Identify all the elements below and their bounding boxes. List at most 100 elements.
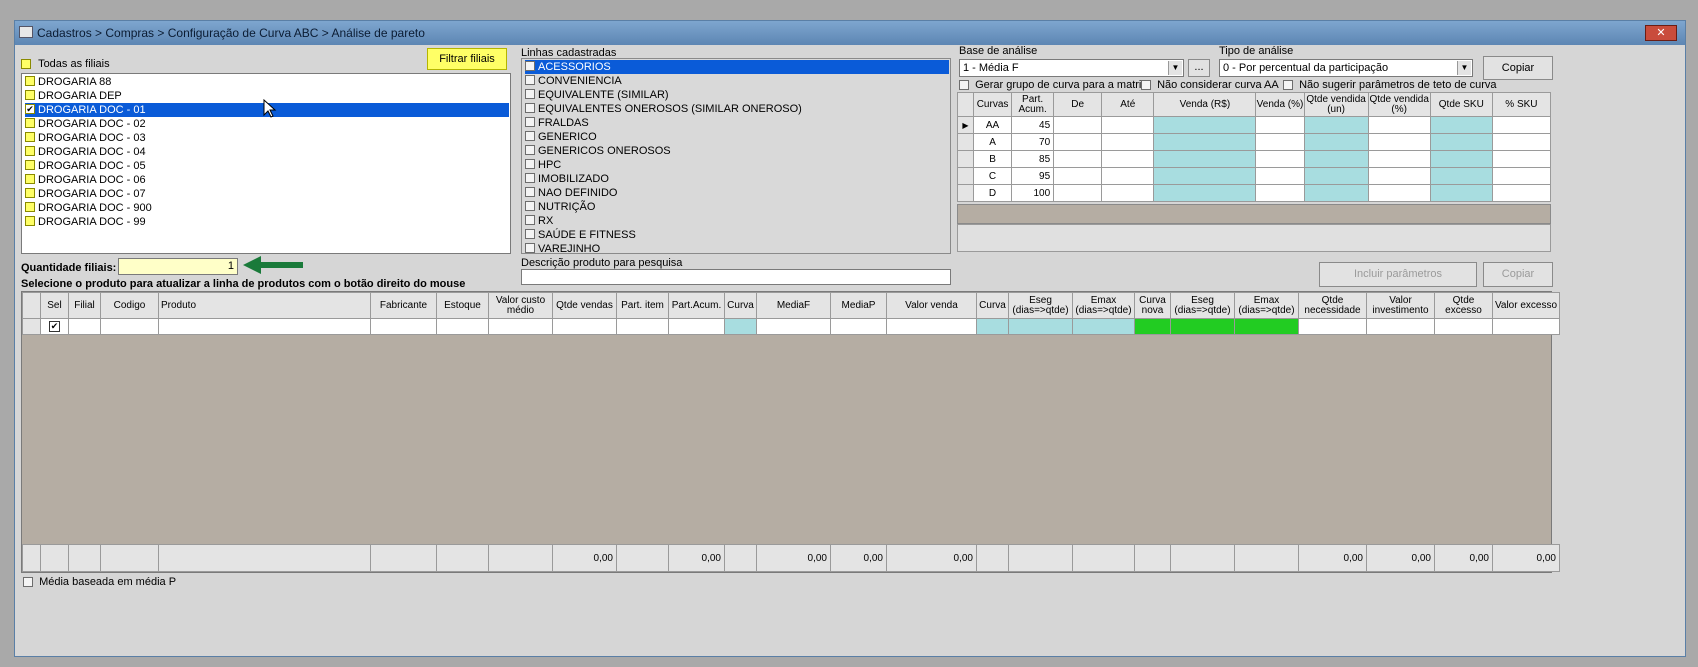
venda-rs-cell[interactable]: [1153, 167, 1257, 185]
ate-cell[interactable]: [1101, 150, 1155, 168]
pct-sku-cell[interactable]: [1491, 150, 1552, 168]
part-acum-cell[interactable]: 100: [1011, 184, 1055, 202]
nao-considerar-aa-option[interactable]: Não considerar curva AA: [1141, 79, 1279, 91]
base-analise-ellipsis-button[interactable]: ...: [1188, 59, 1210, 77]
linha-item[interactable]: CONVENIENCIA: [525, 74, 825, 88]
produto-cell[interactable]: [1366, 318, 1435, 335]
filial-checkbox[interactable]: ✔: [25, 104, 35, 115]
produtos-col-header[interactable]: Qtde necessidade: [1298, 292, 1367, 319]
linha-item[interactable]: EQUIVALENTES ONEROSOS (SIMILAR ONEROSO): [525, 102, 825, 116]
linha-checkbox[interactable]: [525, 229, 535, 240]
venda-pct-cell[interactable]: [1255, 167, 1305, 185]
linha-item[interactable]: HPC: [525, 158, 825, 172]
linha-item[interactable]: GENERICOS ONEROSOS: [525, 144, 825, 158]
qtde-vendida-un-cell[interactable]: [1303, 133, 1369, 151]
produto-cell[interactable]: [436, 318, 489, 335]
ate-cell[interactable]: [1101, 167, 1155, 185]
curvas-row[interactable]: D 100: [956, 184, 1552, 202]
qtde-vendida-un-cell[interactable]: [1303, 167, 1369, 185]
qtde-vendida-pct-cell[interactable]: [1367, 167, 1431, 185]
produtos-col-header[interactable]: Eseg (dias=>qtde): [1170, 292, 1235, 319]
curva-cell[interactable]: C: [973, 167, 1013, 185]
filial-item[interactable]: DROGARIA DOC - 06: [25, 173, 225, 187]
produtos-col-header[interactable]: Emax (dias=>qtde): [1234, 292, 1299, 319]
produto-cell[interactable]: [724, 318, 757, 335]
curvas-col-header[interactable]: Qtde vendida (%): [1367, 92, 1431, 117]
curva-cell[interactable]: B: [973, 150, 1013, 168]
produtos-col-header[interactable]: Curva: [724, 292, 757, 319]
curvas-col-header[interactable]: Curvas: [973, 92, 1013, 117]
base-analise-select[interactable]: 1 - Média F ▼: [959, 59, 1184, 77]
curvas-col-header[interactable]: Qtde SKU: [1429, 92, 1493, 117]
nao-sugerir-option[interactable]: Não sugerir parâmetros de teto de curva: [1283, 79, 1497, 91]
linha-checkbox[interactable]: [525, 117, 535, 128]
filial-checkbox[interactable]: [25, 90, 35, 101]
produtos-col-header[interactable]: Eseg (dias=>qtde): [1008, 292, 1073, 319]
filial-item[interactable]: DROGARIA DOC - 05: [25, 159, 225, 173]
linha-checkbox[interactable]: [525, 215, 535, 226]
filial-checkbox[interactable]: [25, 132, 35, 143]
produtos-col-header[interactable]: MediaP: [830, 292, 887, 319]
curvas-col-header[interactable]: Venda (R$): [1153, 92, 1257, 117]
close-button[interactable]: ✕: [1645, 25, 1677, 41]
venda-rs-cell[interactable]: [1153, 184, 1257, 202]
de-cell[interactable]: [1053, 116, 1103, 134]
produtos-grid-container[interactable]: Sel Filial Codigo Produto Fabricante Estoque V…: [21, 291, 1560, 573]
produtos-col-header[interactable]: Valor investimento: [1366, 292, 1435, 319]
linha-checkbox[interactable]: [525, 89, 535, 100]
linha-item[interactable]: ACESSORIOS: [525, 60, 949, 74]
linha-item[interactable]: NUTRIÇÃO: [525, 200, 825, 214]
chevron-down-icon[interactable]: ▼: [1168, 61, 1182, 75]
qtde-vendida-pct-cell[interactable]: [1367, 150, 1431, 168]
produtos-col-header[interactable]: Part.Acum.: [668, 292, 725, 319]
incluir-parametros-button[interactable]: Incluir parâmetros: [1319, 262, 1477, 287]
venda-pct-cell[interactable]: [1255, 133, 1305, 151]
linhas-list[interactable]: ACESSORIOS CONVENIENCIA EQUIVALENTE (SIMIL…: [521, 58, 951, 256]
curvas-col-header[interactable]: % SKU: [1491, 92, 1552, 117]
gerar-grupo-checkbox[interactable]: [959, 80, 969, 91]
filial-item[interactable]: DROGARIA DOC - 02: [25, 117, 225, 131]
linha-item[interactable]: VAREJINHO: [525, 242, 825, 256]
produtos-col-header[interactable]: Valor custo médio: [488, 292, 553, 319]
filial-checkbox[interactable]: [25, 146, 35, 157]
filial-checkbox[interactable]: [25, 188, 35, 199]
curvas-row[interactable]: A 70: [956, 133, 1552, 151]
qtde-sku-cell[interactable]: [1429, 133, 1493, 151]
produto-cell[interactable]: [68, 318, 101, 335]
ate-cell[interactable]: [1101, 133, 1155, 151]
produtos-col-header[interactable]: Sel: [40, 292, 69, 319]
curvas-row[interactable]: B 85: [956, 150, 1552, 168]
produtos-col-header[interactable]: Qtde vendas: [552, 292, 617, 319]
curva-cell[interactable]: D: [973, 184, 1013, 202]
produto-cell[interactable]: [158, 318, 371, 335]
curvas-row[interactable]: C 95: [956, 167, 1552, 185]
media-p-option[interactable]: Média baseada em média P: [23, 576, 176, 588]
produto-cell[interactable]: [1434, 318, 1493, 335]
produtos-col-header[interactable]: MediaF: [756, 292, 831, 319]
venda-rs-cell[interactable]: [1153, 150, 1257, 168]
produto-cell[interactable]: [616, 318, 669, 335]
todas-filiais-box[interactable]: [21, 59, 31, 70]
linha-checkbox[interactable]: [525, 103, 535, 114]
qtde-sku-cell[interactable]: [1429, 167, 1493, 185]
linha-item[interactable]: NAO DEFINIDO: [525, 186, 825, 200]
curvas-col-header[interactable]: Venda (%): [1255, 92, 1305, 117]
produto-cell[interactable]: [1298, 318, 1367, 335]
produtos-col-header[interactable]: Produto: [158, 292, 371, 319]
filial-checkbox[interactable]: [25, 76, 35, 87]
sel-checkbox-cell[interactable]: ✔: [40, 318, 69, 335]
descricao-input[interactable]: [521, 269, 951, 285]
gerar-grupo-option[interactable]: Gerar grupo de curva para a matriz: [959, 79, 1147, 91]
curvas-col-header[interactable]: Part. Acum.: [1011, 92, 1055, 117]
linha-checkbox[interactable]: [525, 61, 535, 72]
qtde-sku-cell[interactable]: [1429, 150, 1493, 168]
media-p-checkbox[interactable]: [23, 577, 33, 588]
filial-checkbox[interactable]: [25, 174, 35, 185]
nao-considerar-aa-checkbox[interactable]: [1141, 80, 1151, 91]
qtde-vendida-un-cell[interactable]: [1303, 184, 1369, 202]
pct-sku-cell[interactable]: [1491, 133, 1552, 151]
venda-pct-cell[interactable]: [1255, 150, 1305, 168]
pct-sku-cell[interactable]: [1491, 116, 1552, 134]
filial-checkbox[interactable]: [25, 216, 35, 227]
part-acum-cell[interactable]: 95: [1011, 167, 1055, 185]
